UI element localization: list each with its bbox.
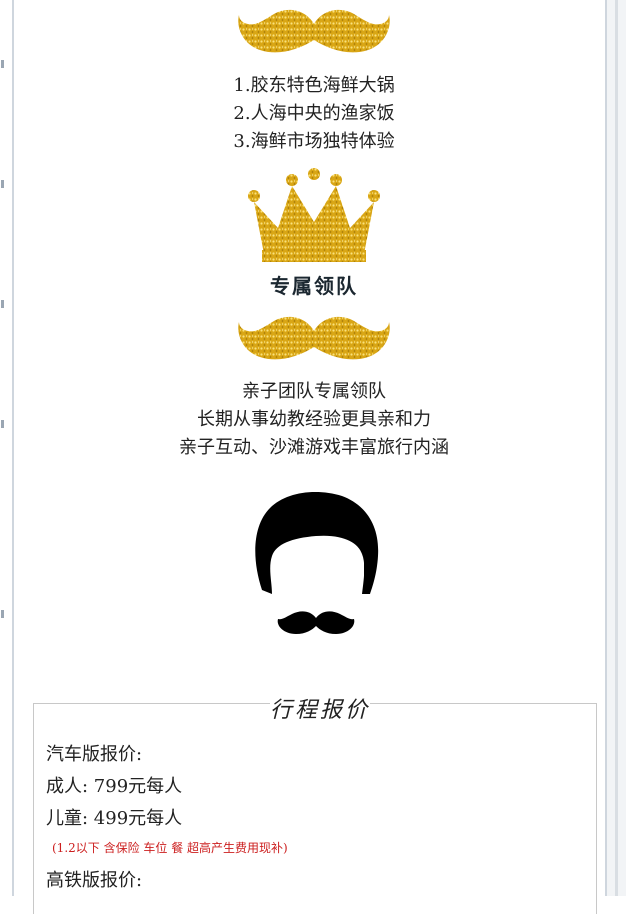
article-content: 1.胶东特色海鲜大锅 2.人海中央的渔家饭 3.海鲜市场独特体验 专属领队 亲子…: [14, 0, 604, 914]
feature-item: 3.海鲜市场独特体验: [233, 131, 395, 152]
price-note: (1.2以下 含保险 车位 餐 超高产生费用现补): [52, 841, 288, 855]
child-price: 儿童: 499元每人: [46, 808, 183, 829]
left-window-border: [0, 0, 14, 896]
scrollbar-track[interactable]: [615, 0, 618, 896]
feature-item: 2.人海中央的渔家饭: [233, 103, 395, 124]
train-price-heading: 高铁版报价:: [46, 870, 143, 891]
gutter-mark: [1, 60, 4, 68]
gutter-mark: [1, 610, 4, 618]
leader-line: 长期从事幼教经验更具亲和力: [197, 409, 431, 430]
gold-mustache-icon: [238, 9, 390, 53]
features-list: 1.胶东特色海鲜大锅 2.人海中央的渔家饭 3.海鲜市场独特体验: [14, 72, 614, 156]
man-face-icon: [255, 492, 379, 634]
gutter-mark: [1, 180, 4, 188]
gold-crown-icon: [248, 168, 380, 262]
bus-price-heading: 汽车版报价:: [46, 744, 143, 765]
leader-line: 亲子互动、沙滩游戏丰富旅行内涵: [179, 437, 449, 458]
leader-line: 亲子团队专属领队: [242, 381, 386, 402]
feature-item: 1.胶东特色海鲜大锅: [233, 75, 395, 96]
pricing-title: 行程报价: [270, 692, 370, 724]
leader-section-title: 专属领队: [270, 274, 358, 298]
gutter-mark: [1, 300, 4, 308]
adult-price: 成人: 799元每人: [46, 776, 183, 797]
gold-mustache-icon: [238, 316, 390, 360]
pricing-section: 行程报价 汽车版报价: 成人: 799元每人 儿童: 499元每人 (1.2以下…: [33, 692, 597, 914]
leader-description: 亲子团队专属领队 长期从事幼教经验更具亲和力 亲子互动、沙滩游戏丰富旅行内涵: [14, 378, 614, 462]
gutter-mark: [1, 420, 4, 428]
